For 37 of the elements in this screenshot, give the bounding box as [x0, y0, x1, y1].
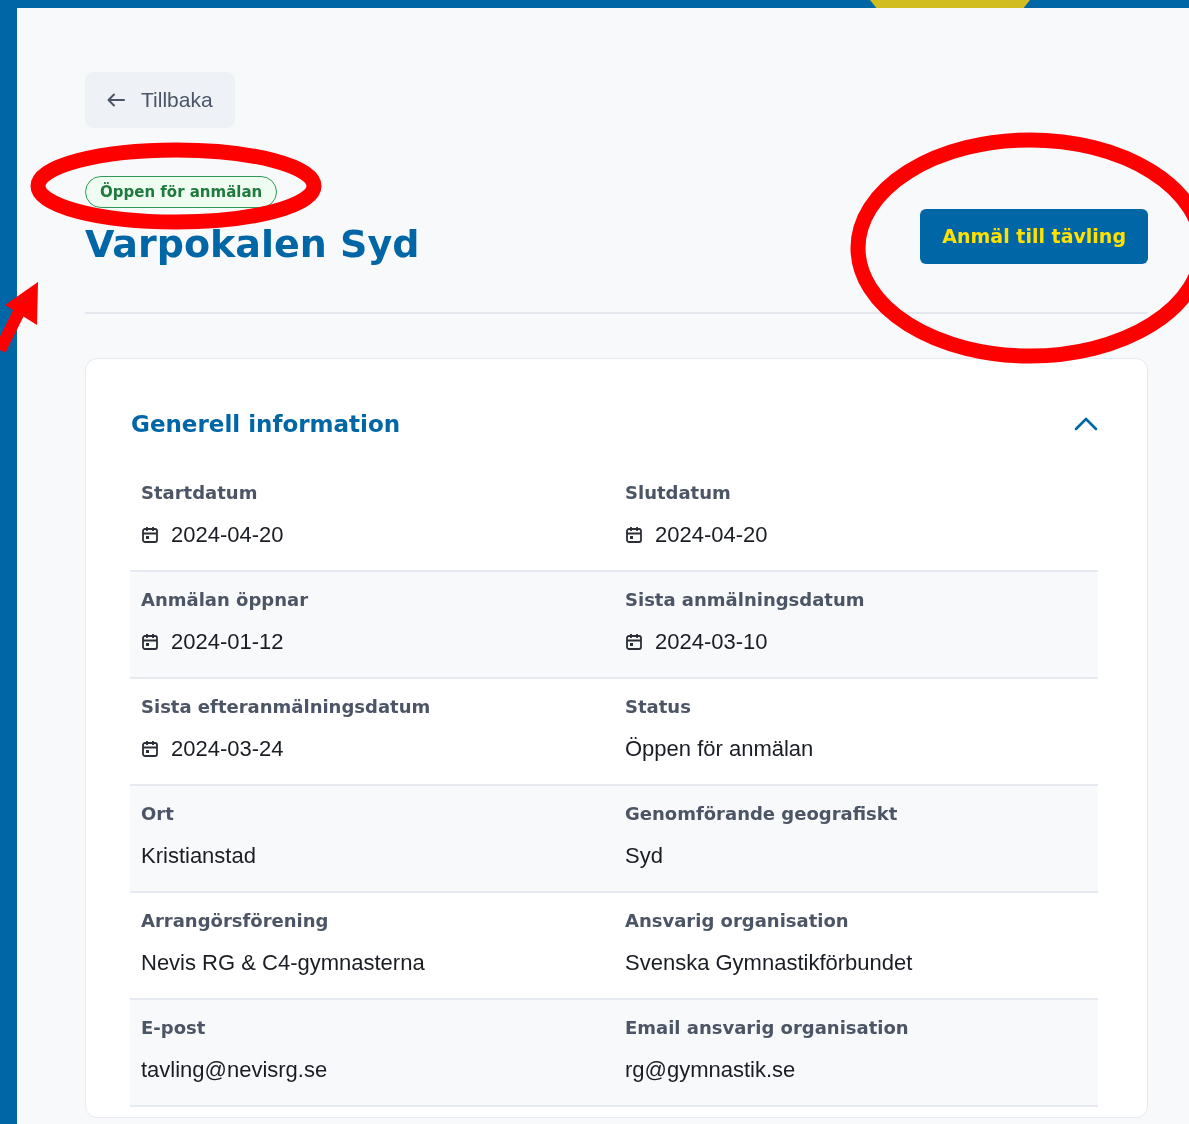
chevron-icon[interactable]: [1074, 416, 1098, 431]
field-label: Sista anmälningsdatum: [625, 588, 866, 613]
field-label: Genomförande geografiskt: [625, 802, 899, 827]
field-value: Svenska Gymnastikförbundet: [625, 949, 913, 978]
field-label: Sista efteranmälningsdatum: [141, 695, 432, 720]
field-value: Syd: [625, 842, 663, 871]
field-label: Email ansvarig organisation: [625, 1016, 910, 1041]
field-label: Slutdatum: [625, 481, 732, 506]
calendar-icon: [141, 739, 159, 758]
calendar-icon: [625, 632, 643, 651]
back-button[interactable]: Tillbaka: [85, 72, 235, 128]
status-badge: Öppen för anmälan: [85, 175, 278, 208]
field-label: Ort: [141, 802, 175, 827]
field-value: Nevis RG & C4-gymnasterna: [141, 949, 425, 978]
calendar-icon: [625, 525, 643, 544]
field-value: Kristianstad: [141, 842, 256, 871]
register-button[interactable]: Anmäl till tävling: [920, 209, 1148, 264]
date-value: 2024-03-24: [171, 735, 284, 764]
field-label: Startdatum: [141, 481, 259, 506]
annotation-arrow: [0, 282, 38, 353]
date-value: 2024-01-12: [171, 628, 284, 657]
back-arrow-icon: [107, 92, 125, 107]
field-value: rg@gymnastik.se: [625, 1056, 796, 1085]
field-label: Arrangörsförening: [141, 909, 330, 934]
calendar-icon: [141, 525, 159, 544]
field-value: tavling@nevisrg.se: [141, 1056, 328, 1085]
field-label: Ansvarig organisation: [625, 909, 850, 934]
field-label: Status: [625, 695, 692, 720]
date-value: 2024-04-20: [171, 521, 284, 550]
field-value: Öppen för anmälan: [625, 735, 814, 764]
calendar-icon: [141, 632, 159, 651]
date-value: 2024-03-10: [655, 628, 768, 657]
section-title: Generell information: [131, 409, 401, 439]
date-value: 2024-04-20: [655, 521, 768, 550]
page-title: Varpokalen Syd: [85, 222, 420, 268]
field-label: Anmälan öppnar: [141, 588, 310, 613]
field-label: E-post: [141, 1016, 207, 1041]
